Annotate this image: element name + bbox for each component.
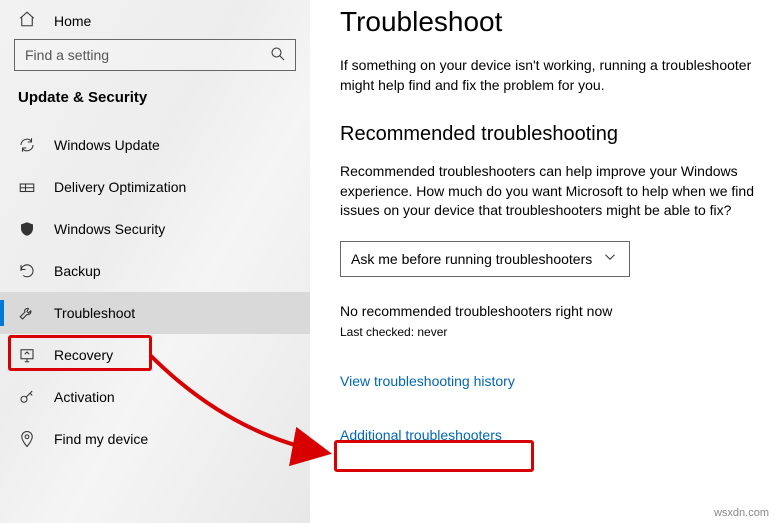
page-title: Troubleshoot — [340, 6, 755, 38]
last-checked-text: Last checked: never — [340, 325, 755, 339]
sidebar-item-label: Delivery Optimization — [54, 179, 186, 195]
search-box[interactable] — [14, 39, 296, 71]
backup-icon — [18, 262, 36, 280]
sidebar-item-backup[interactable]: Backup — [0, 250, 310, 292]
search-input[interactable] — [25, 47, 269, 63]
sidebar-item-label: Find my device — [54, 431, 148, 447]
sidebar-item-label: Windows Security — [54, 221, 165, 237]
search-wrap — [0, 39, 310, 85]
chevron-down-icon — [601, 248, 619, 269]
main-content: Troubleshoot If something on your device… — [310, 0, 775, 523]
sidebar: Home Update & Security Windows Update De… — [0, 0, 310, 523]
sidebar-item-windows-update[interactable]: Windows Update — [0, 124, 310, 166]
sidebar-item-find-my-device[interactable]: Find my device — [0, 418, 310, 460]
dropdown-value: Ask me before running troubleshooters — [351, 251, 592, 267]
watermark: wsxdn.com — [714, 507, 769, 519]
sidebar-item-label: Backup — [54, 263, 101, 279]
sidebar-item-label: Troubleshoot — [54, 305, 135, 321]
search-icon — [269, 45, 287, 66]
additional-troubleshooters-link[interactable]: Additional troubleshooters — [340, 427, 755, 443]
home-label: Home — [54, 13, 91, 29]
sidebar-item-label: Recovery — [54, 347, 113, 363]
sidebar-item-windows-security[interactable]: Windows Security — [0, 208, 310, 250]
sidebar-item-activation[interactable]: Activation — [0, 376, 310, 418]
section-title: Recommended troubleshooting — [340, 123, 755, 146]
key-icon — [18, 388, 36, 406]
sidebar-item-label: Windows Update — [54, 137, 160, 153]
nav-list: Windows Update Delivery Optimization Win… — [0, 124, 310, 460]
troubleshoot-preference-dropdown[interactable]: Ask me before running troubleshooters — [340, 241, 630, 277]
sidebar-item-recovery[interactable]: Recovery — [0, 334, 310, 376]
location-icon — [18, 430, 36, 448]
home-button[interactable]: Home — [0, 4, 310, 39]
recovery-icon — [18, 346, 36, 364]
section-body: Recommended troubleshooters can help imp… — [340, 162, 755, 221]
home-icon — [18, 10, 36, 31]
sidebar-item-label: Activation — [54, 389, 115, 405]
category-title: Update & Security — [0, 85, 310, 124]
shield-icon — [18, 220, 36, 238]
view-history-link[interactable]: View troubleshooting history — [340, 373, 755, 389]
wrench-icon — [18, 304, 36, 322]
sidebar-item-delivery-optimization[interactable]: Delivery Optimization — [0, 166, 310, 208]
status-text: No recommended troubleshooters right now — [340, 303, 755, 319]
sidebar-item-troubleshoot[interactable]: Troubleshoot — [0, 292, 310, 334]
delivery-icon — [18, 178, 36, 196]
sync-icon — [18, 136, 36, 154]
intro-text: If something on your device isn't workin… — [340, 56, 755, 95]
